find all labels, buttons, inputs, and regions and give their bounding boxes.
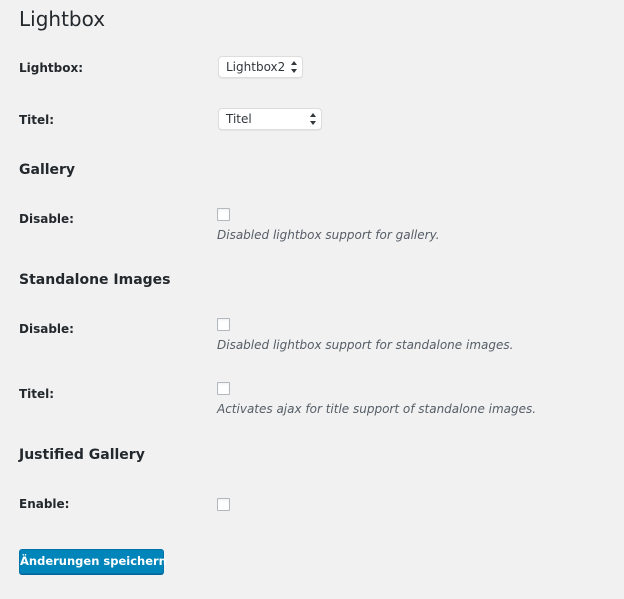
- standalone-disable-label: Disable:: [19, 322, 74, 336]
- standalone-disable-checkbox[interactable]: [217, 318, 230, 331]
- lightbox-select[interactable]: Lightbox2: [218, 56, 303, 78]
- lightbox-select-value: Lightbox2: [226, 60, 286, 74]
- standalone-titel-label: Titel:: [19, 387, 55, 401]
- standalone-titel-description: Activates ajax for title support of stan…: [217, 402, 537, 416]
- settings-page: Lightbox Lightbox: Lightbox2 Titel: Tite…: [0, 0, 624, 599]
- gallery-disable-label: Disable:: [19, 212, 74, 226]
- standalone-disable-description: Disabled lightbox support for standalone…: [217, 338, 514, 352]
- gallery-heading: Gallery: [19, 162, 76, 178]
- titel-select-value: Titel: [226, 112, 252, 126]
- up-down-arrows-icon: [291, 61, 297, 73]
- titel-select[interactable]: Titel: [218, 108, 322, 130]
- justified-enable-label: Enable:: [19, 497, 70, 511]
- save-changes-button[interactable]: Änderungen speichern: [19, 549, 167, 574]
- titel-label: Titel:: [19, 113, 55, 127]
- page-title: Lightbox: [19, 7, 106, 31]
- justified-enable-checkbox[interactable]: [217, 498, 230, 511]
- lightbox-label: Lightbox:: [19, 61, 84, 75]
- standalone-heading: Standalone Images: [19, 272, 171, 288]
- standalone-titel-checkbox[interactable]: [217, 382, 230, 395]
- gallery-disable-checkbox[interactable]: [217, 208, 230, 221]
- gallery-disable-description: Disabled lightbox support for gallery.: [217, 228, 440, 242]
- up-down-arrows-icon: [310, 113, 316, 125]
- justified-heading: Justified Gallery: [19, 447, 145, 463]
